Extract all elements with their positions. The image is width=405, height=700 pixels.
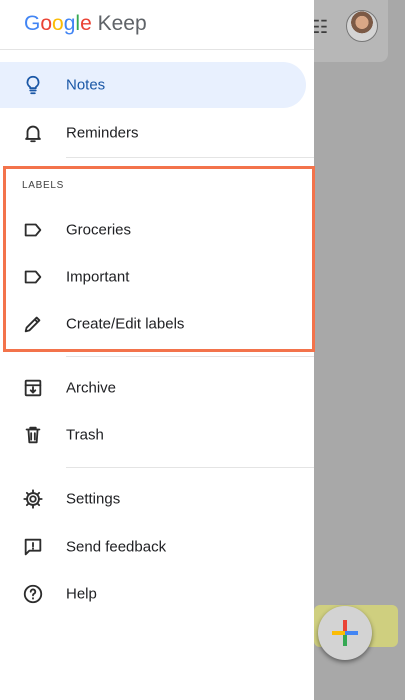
section-divider: [66, 157, 314, 158]
plus-icon: [332, 620, 358, 646]
nav-label-help: Help: [66, 585, 97, 603]
nav-item-label-important[interactable]: Important: [0, 254, 306, 300]
nav-label-trash: Trash: [66, 426, 104, 444]
new-note-fab[interactable]: [318, 606, 372, 660]
nav-label-send-feedback: Send feedback: [66, 538, 167, 556]
trash-icon: [22, 424, 44, 446]
dimmed-backdrop[interactable]: [314, 0, 405, 700]
label-icon: [22, 266, 44, 288]
gear-icon: [22, 488, 44, 510]
nav-item-label-groceries[interactable]: Groceries: [0, 207, 306, 253]
nav-label-settings: Settings: [66, 490, 121, 508]
nav-label-important: Important: [66, 268, 130, 286]
feedback-icon: [22, 536, 44, 558]
label-icon: [22, 219, 44, 241]
nav-label-reminders: Reminders: [66, 124, 139, 142]
lightbulb-icon: [22, 74, 44, 96]
logo-wordmark: Google: [24, 12, 92, 35]
nav-item-trash[interactable]: Trash: [0, 412, 306, 458]
nav-item-archive[interactable]: Archive: [0, 365, 306, 411]
bell-icon: [22, 122, 44, 144]
google-keep-logo: Google Keep: [24, 12, 147, 36]
section-divider: [66, 467, 314, 468]
nav-label-notes: Notes: [66, 76, 106, 94]
account-avatar[interactable]: [346, 10, 378, 42]
nav-item-create-edit-labels[interactable]: Create/Edit labels: [0, 301, 306, 347]
labels-heading: LABELS: [22, 180, 65, 191]
header-divider: [0, 49, 314, 50]
grid-icon[interactable]: ☷: [312, 17, 328, 38]
nav-item-send-feedback[interactable]: Send feedback: [0, 524, 306, 570]
product-name: Keep: [97, 12, 147, 35]
nav-label-archive: Archive: [66, 379, 117, 397]
archive-icon: [22, 377, 44, 399]
nav-item-settings[interactable]: Settings: [0, 476, 306, 522]
nav-label-create-edit: Create/Edit labels: [66, 315, 185, 333]
nav-item-reminders[interactable]: Reminders: [0, 110, 306, 156]
navigation-drawer: Google Keep Notes Reminders LABELS Groce…: [0, 0, 315, 700]
help-icon: [22, 583, 44, 605]
section-divider: [66, 356, 314, 357]
pencil-icon: [22, 313, 44, 335]
nav-label-groceries: Groceries: [66, 221, 132, 239]
nav-item-notes[interactable]: Notes: [0, 62, 306, 108]
nav-item-help[interactable]: Help: [0, 571, 306, 617]
